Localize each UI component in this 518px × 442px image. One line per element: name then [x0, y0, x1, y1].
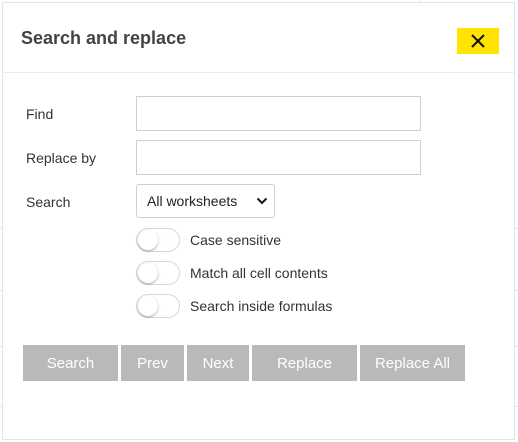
search-button[interactable]: Search [23, 345, 118, 381]
search-scope-select[interactable]: All worksheets [136, 184, 275, 218]
match-all-contents-label: Match all cell contents [190, 265, 328, 281]
dialog-header: Search and replace [3, 3, 514, 73]
replace-label: Replace by [26, 150, 97, 166]
close-icon [471, 34, 485, 48]
case-sensitive-label: Case sensitive [190, 232, 282, 248]
replace-input[interactable] [136, 140, 421, 175]
chevron-down-icon [256, 197, 268, 205]
dialog-title: Search and replace [21, 28, 187, 48]
search-formulas-toggle[interactable] [136, 294, 180, 318]
next-button[interactable]: Next [187, 345, 249, 381]
close-button[interactable] [457, 28, 499, 54]
toggle-knob [138, 230, 158, 250]
find-label: Find [26, 106, 54, 122]
find-input[interactable] [136, 96, 421, 131]
toggle-knob [138, 296, 158, 316]
toggle-knob [138, 263, 158, 283]
case-sensitive-toggle[interactable] [136, 228, 180, 252]
search-scope-label: Search [26, 194, 71, 210]
option-search-formulas: Search inside formulas [136, 294, 332, 318]
search-scope-value: All worksheets [147, 193, 238, 209]
prev-button[interactable]: Prev [121, 345, 184, 381]
search-formulas-label: Search inside formulas [190, 298, 333, 314]
option-match-all: Match all cell contents [136, 261, 328, 285]
search-replace-dialog: Search and replace Find Replace by Searc… [2, 2, 515, 440]
match-all-contents-toggle[interactable] [136, 261, 180, 285]
option-case-sensitive: Case sensitive [136, 228, 281, 252]
replace-all-button[interactable]: Replace All [360, 345, 465, 381]
replace-button[interactable]: Replace [252, 345, 357, 381]
